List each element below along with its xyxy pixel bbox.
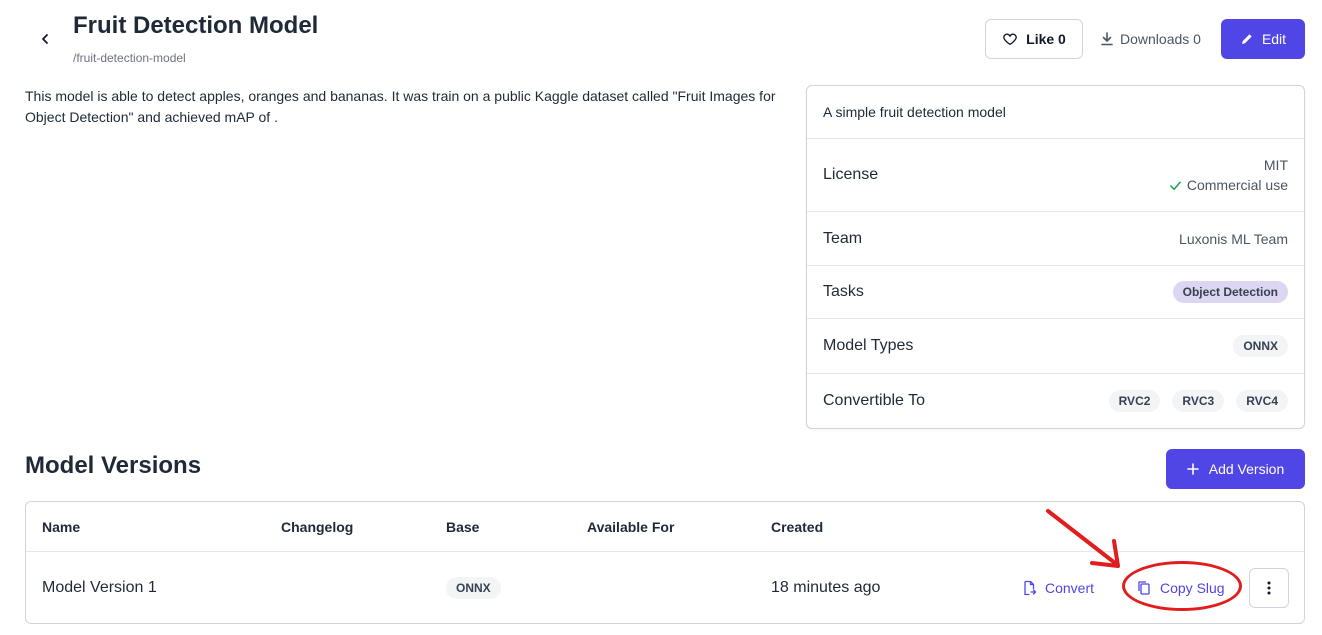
- convertible-row: Convertible To RVC2 RVC3 RVC4: [807, 374, 1304, 428]
- convertible-badge-rvc3: RVC3: [1172, 390, 1225, 412]
- edit-button[interactable]: Edit: [1221, 19, 1305, 59]
- copy-icon: [1138, 581, 1150, 595]
- license-label: License: [823, 166, 879, 183]
- page-title: Fruit Detection Model: [73, 12, 319, 39]
- row-menu-button[interactable]: [1249, 568, 1289, 608]
- check-icon: [1169, 181, 1181, 190]
- column-header-name[interactable]: Name: [42, 502, 80, 551]
- model-types-label: Model Types: [823, 337, 914, 354]
- like-button[interactable]: Like 0: [985, 19, 1083, 59]
- column-header-changelog[interactable]: Changelog: [281, 502, 353, 551]
- team-label: Team: [823, 229, 863, 247]
- downloads-counter: Downloads 0: [1100, 19, 1201, 59]
- commercial-use-label: Commercial use: [1186, 177, 1288, 193]
- version-name[interactable]: Model Version 1: [42, 552, 157, 624]
- versions-table: Name Changelog Base Available For Create…: [25, 501, 1305, 624]
- version-created: 18 minutes ago: [771, 579, 881, 596]
- chevron-left-icon: [42, 34, 48, 44]
- convertible-badge-rvc4: RVC4: [1236, 390, 1288, 412]
- convert-button[interactable]: Convert: [1021, 552, 1094, 624]
- like-label: Like 0: [1026, 31, 1066, 47]
- pencil-icon: [1241, 34, 1252, 44]
- edit-label: Edit: [1261, 31, 1287, 47]
- table-header-divider: [26, 551, 1304, 552]
- heart-icon: [1003, 33, 1017, 45]
- model-summary: A simple fruit detection model: [807, 86, 1304, 139]
- column-header-base[interactable]: Base: [446, 502, 479, 551]
- base-badge: ONNX: [446, 577, 501, 599]
- kebab-menu-icon: [1267, 581, 1271, 595]
- model-description: This model is able to detect apples, ora…: [25, 88, 776, 125]
- model-types-badges: ONNX: [1233, 335, 1288, 357]
- convertible-badges: RVC2 RVC3 RVC4: [1108, 390, 1288, 412]
- model-types-row: Model Types ONNX: [807, 319, 1304, 374]
- license-values: MIT Commercial use: [1169, 157, 1288, 193]
- license-value: MIT: [1263, 157, 1288, 173]
- column-header-created[interactable]: Created: [771, 502, 823, 551]
- convertible-badge-rvc2: RVC2: [1108, 390, 1161, 412]
- team-row: Team Luxonis ML Team: [807, 212, 1304, 266]
- commercial-use: Commercial use: [1169, 177, 1288, 193]
- tasks-row: Tasks Object Detection: [807, 266, 1304, 319]
- add-version-button[interactable]: Add Version: [1166, 449, 1305, 489]
- downloads-label: Downloads 0: [1120, 31, 1201, 47]
- model-info-card: A simple fruit detection model License M…: [806, 85, 1305, 429]
- task-badge: Object Detection: [1172, 281, 1288, 303]
- tasks-badges: Object Detection: [1172, 281, 1288, 303]
- license-row: License MIT Commercial use: [807, 139, 1304, 212]
- file-convert-icon: [1024, 580, 1037, 596]
- download-icon: [1101, 32, 1113, 46]
- version-base: ONNX: [446, 552, 501, 624]
- model-versions-title: Model Versions: [25, 452, 202, 479]
- model-type-badge: ONNX: [1233, 335, 1288, 357]
- convert-label: Convert: [1045, 580, 1095, 596]
- convertible-label: Convertible To: [823, 392, 925, 409]
- add-version-label: Add Version: [1208, 461, 1285, 477]
- model-slug: /fruit-detection-model: [73, 51, 186, 65]
- column-header-available-for[interactable]: Available For: [587, 502, 674, 551]
- tasks-label: Tasks: [823, 283, 864, 300]
- team-value: Luxonis ML Team: [1179, 230, 1288, 247]
- copy-slug-button[interactable]: Copy Slug: [1136, 552, 1225, 624]
- copy-slug-label: Copy Slug: [1160, 580, 1225, 596]
- plus-icon: [1186, 463, 1199, 475]
- back-button[interactable]: [33, 27, 57, 51]
